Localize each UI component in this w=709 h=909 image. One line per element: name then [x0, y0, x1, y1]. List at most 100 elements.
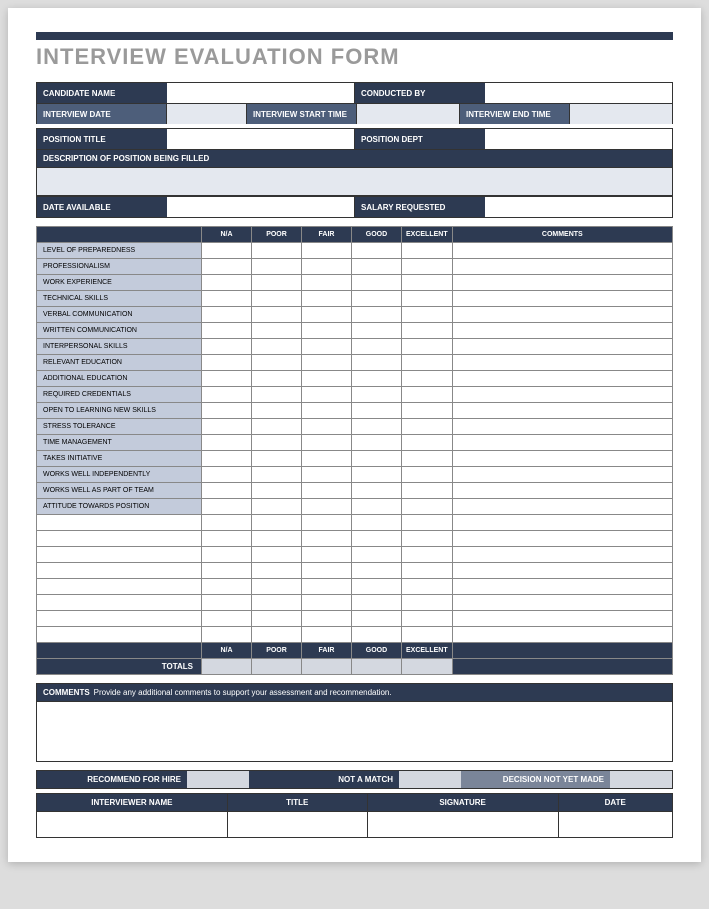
row-comment-cell[interactable]	[452, 563, 672, 579]
rating-cell[interactable]	[202, 275, 252, 291]
rating-cell[interactable]	[252, 547, 302, 563]
rating-cell[interactable]	[302, 579, 352, 595]
field-undecided[interactable]	[610, 771, 672, 788]
rating-cell[interactable]	[202, 307, 252, 323]
rating-cell[interactable]	[252, 403, 302, 419]
rating-cell[interactable]	[302, 547, 352, 563]
rating-cell[interactable]	[402, 515, 453, 531]
total-poor[interactable]	[252, 659, 302, 675]
row-comment-cell[interactable]	[452, 355, 672, 371]
rating-cell[interactable]	[352, 243, 402, 259]
rating-cell[interactable]	[402, 563, 453, 579]
row-comment-cell[interactable]	[452, 435, 672, 451]
total-good[interactable]	[352, 659, 402, 675]
rating-cell[interactable]	[352, 419, 402, 435]
rating-cell[interactable]	[352, 483, 402, 499]
field-position-title[interactable]	[167, 129, 354, 149]
rating-cell[interactable]	[252, 355, 302, 371]
rating-cell[interactable]	[302, 467, 352, 483]
rating-cell[interactable]	[302, 451, 352, 467]
rating-cell[interactable]	[352, 355, 402, 371]
row-comment-cell[interactable]	[452, 579, 672, 595]
rating-cell[interactable]	[202, 483, 252, 499]
rating-cell[interactable]	[202, 499, 252, 515]
rating-cell[interactable]	[402, 275, 453, 291]
rating-cell[interactable]	[352, 339, 402, 355]
row-comment-cell[interactable]	[452, 627, 672, 643]
rating-cell[interactable]	[402, 483, 453, 499]
rating-cell[interactable]	[252, 371, 302, 387]
rating-cell[interactable]	[252, 275, 302, 291]
rating-cell[interactable]	[202, 563, 252, 579]
row-comment-cell[interactable]	[452, 547, 672, 563]
rating-cell[interactable]	[202, 371, 252, 387]
rating-cell[interactable]	[202, 387, 252, 403]
field-conducted-by[interactable]	[485, 83, 672, 103]
rating-cell[interactable]	[302, 435, 352, 451]
rating-cell[interactable]	[202, 595, 252, 611]
rating-cell[interactable]	[402, 259, 453, 275]
rating-cell[interactable]	[402, 451, 453, 467]
rating-cell[interactable]	[302, 531, 352, 547]
rating-cell[interactable]	[302, 611, 352, 627]
rating-cell[interactable]	[352, 515, 402, 531]
rating-cell[interactable]	[352, 387, 402, 403]
rating-cell[interactable]	[402, 531, 453, 547]
rating-cell[interactable]	[402, 467, 453, 483]
rating-cell[interactable]	[202, 547, 252, 563]
rating-cell[interactable]	[252, 243, 302, 259]
row-comment-cell[interactable]	[452, 595, 672, 611]
rating-cell[interactable]	[352, 307, 402, 323]
rating-cell[interactable]	[252, 563, 302, 579]
rating-cell[interactable]	[402, 595, 453, 611]
rating-cell[interactable]	[302, 323, 352, 339]
rating-cell[interactable]	[302, 515, 352, 531]
row-comment-cell[interactable]	[452, 419, 672, 435]
field-signature[interactable]	[367, 812, 558, 838]
rating-cell[interactable]	[302, 243, 352, 259]
rating-cell[interactable]	[352, 451, 402, 467]
row-comment-cell[interactable]	[452, 403, 672, 419]
rating-cell[interactable]	[402, 307, 453, 323]
field-salary[interactable]	[485, 197, 672, 217]
rating-cell[interactable]	[252, 451, 302, 467]
rating-cell[interactable]	[402, 611, 453, 627]
rating-cell[interactable]	[402, 403, 453, 419]
rating-cell[interactable]	[352, 627, 402, 643]
rating-cell[interactable]	[302, 291, 352, 307]
rating-cell[interactable]	[352, 611, 402, 627]
row-comment-cell[interactable]	[452, 275, 672, 291]
field-interview-date[interactable]	[167, 104, 246, 124]
row-comment-cell[interactable]	[452, 339, 672, 355]
rating-cell[interactable]	[352, 275, 402, 291]
rating-cell[interactable]	[352, 371, 402, 387]
rating-cell[interactable]	[402, 243, 453, 259]
rating-cell[interactable]	[402, 419, 453, 435]
rating-cell[interactable]	[352, 435, 402, 451]
rating-cell[interactable]	[352, 579, 402, 595]
rating-cell[interactable]	[302, 307, 352, 323]
rating-cell[interactable]	[352, 563, 402, 579]
rating-cell[interactable]	[202, 467, 252, 483]
rating-cell[interactable]	[352, 259, 402, 275]
rating-cell[interactable]	[302, 403, 352, 419]
field-date-available[interactable]	[167, 197, 354, 217]
rating-cell[interactable]	[252, 579, 302, 595]
rating-cell[interactable]	[202, 419, 252, 435]
rating-cell[interactable]	[402, 435, 453, 451]
row-comment-cell[interactable]	[452, 307, 672, 323]
row-comment-cell[interactable]	[452, 499, 672, 515]
rating-cell[interactable]	[302, 387, 352, 403]
rating-cell[interactable]	[402, 547, 453, 563]
rating-cell[interactable]	[302, 339, 352, 355]
rating-cell[interactable]	[302, 627, 352, 643]
rating-cell[interactable]	[202, 259, 252, 275]
field-interviewer-name[interactable]	[37, 812, 228, 838]
rating-cell[interactable]	[402, 627, 453, 643]
rating-cell[interactable]	[302, 499, 352, 515]
rating-cell[interactable]	[252, 307, 302, 323]
field-description[interactable]	[36, 168, 673, 196]
rating-cell[interactable]	[352, 499, 402, 515]
row-comment-cell[interactable]	[452, 451, 672, 467]
rating-cell[interactable]	[202, 403, 252, 419]
